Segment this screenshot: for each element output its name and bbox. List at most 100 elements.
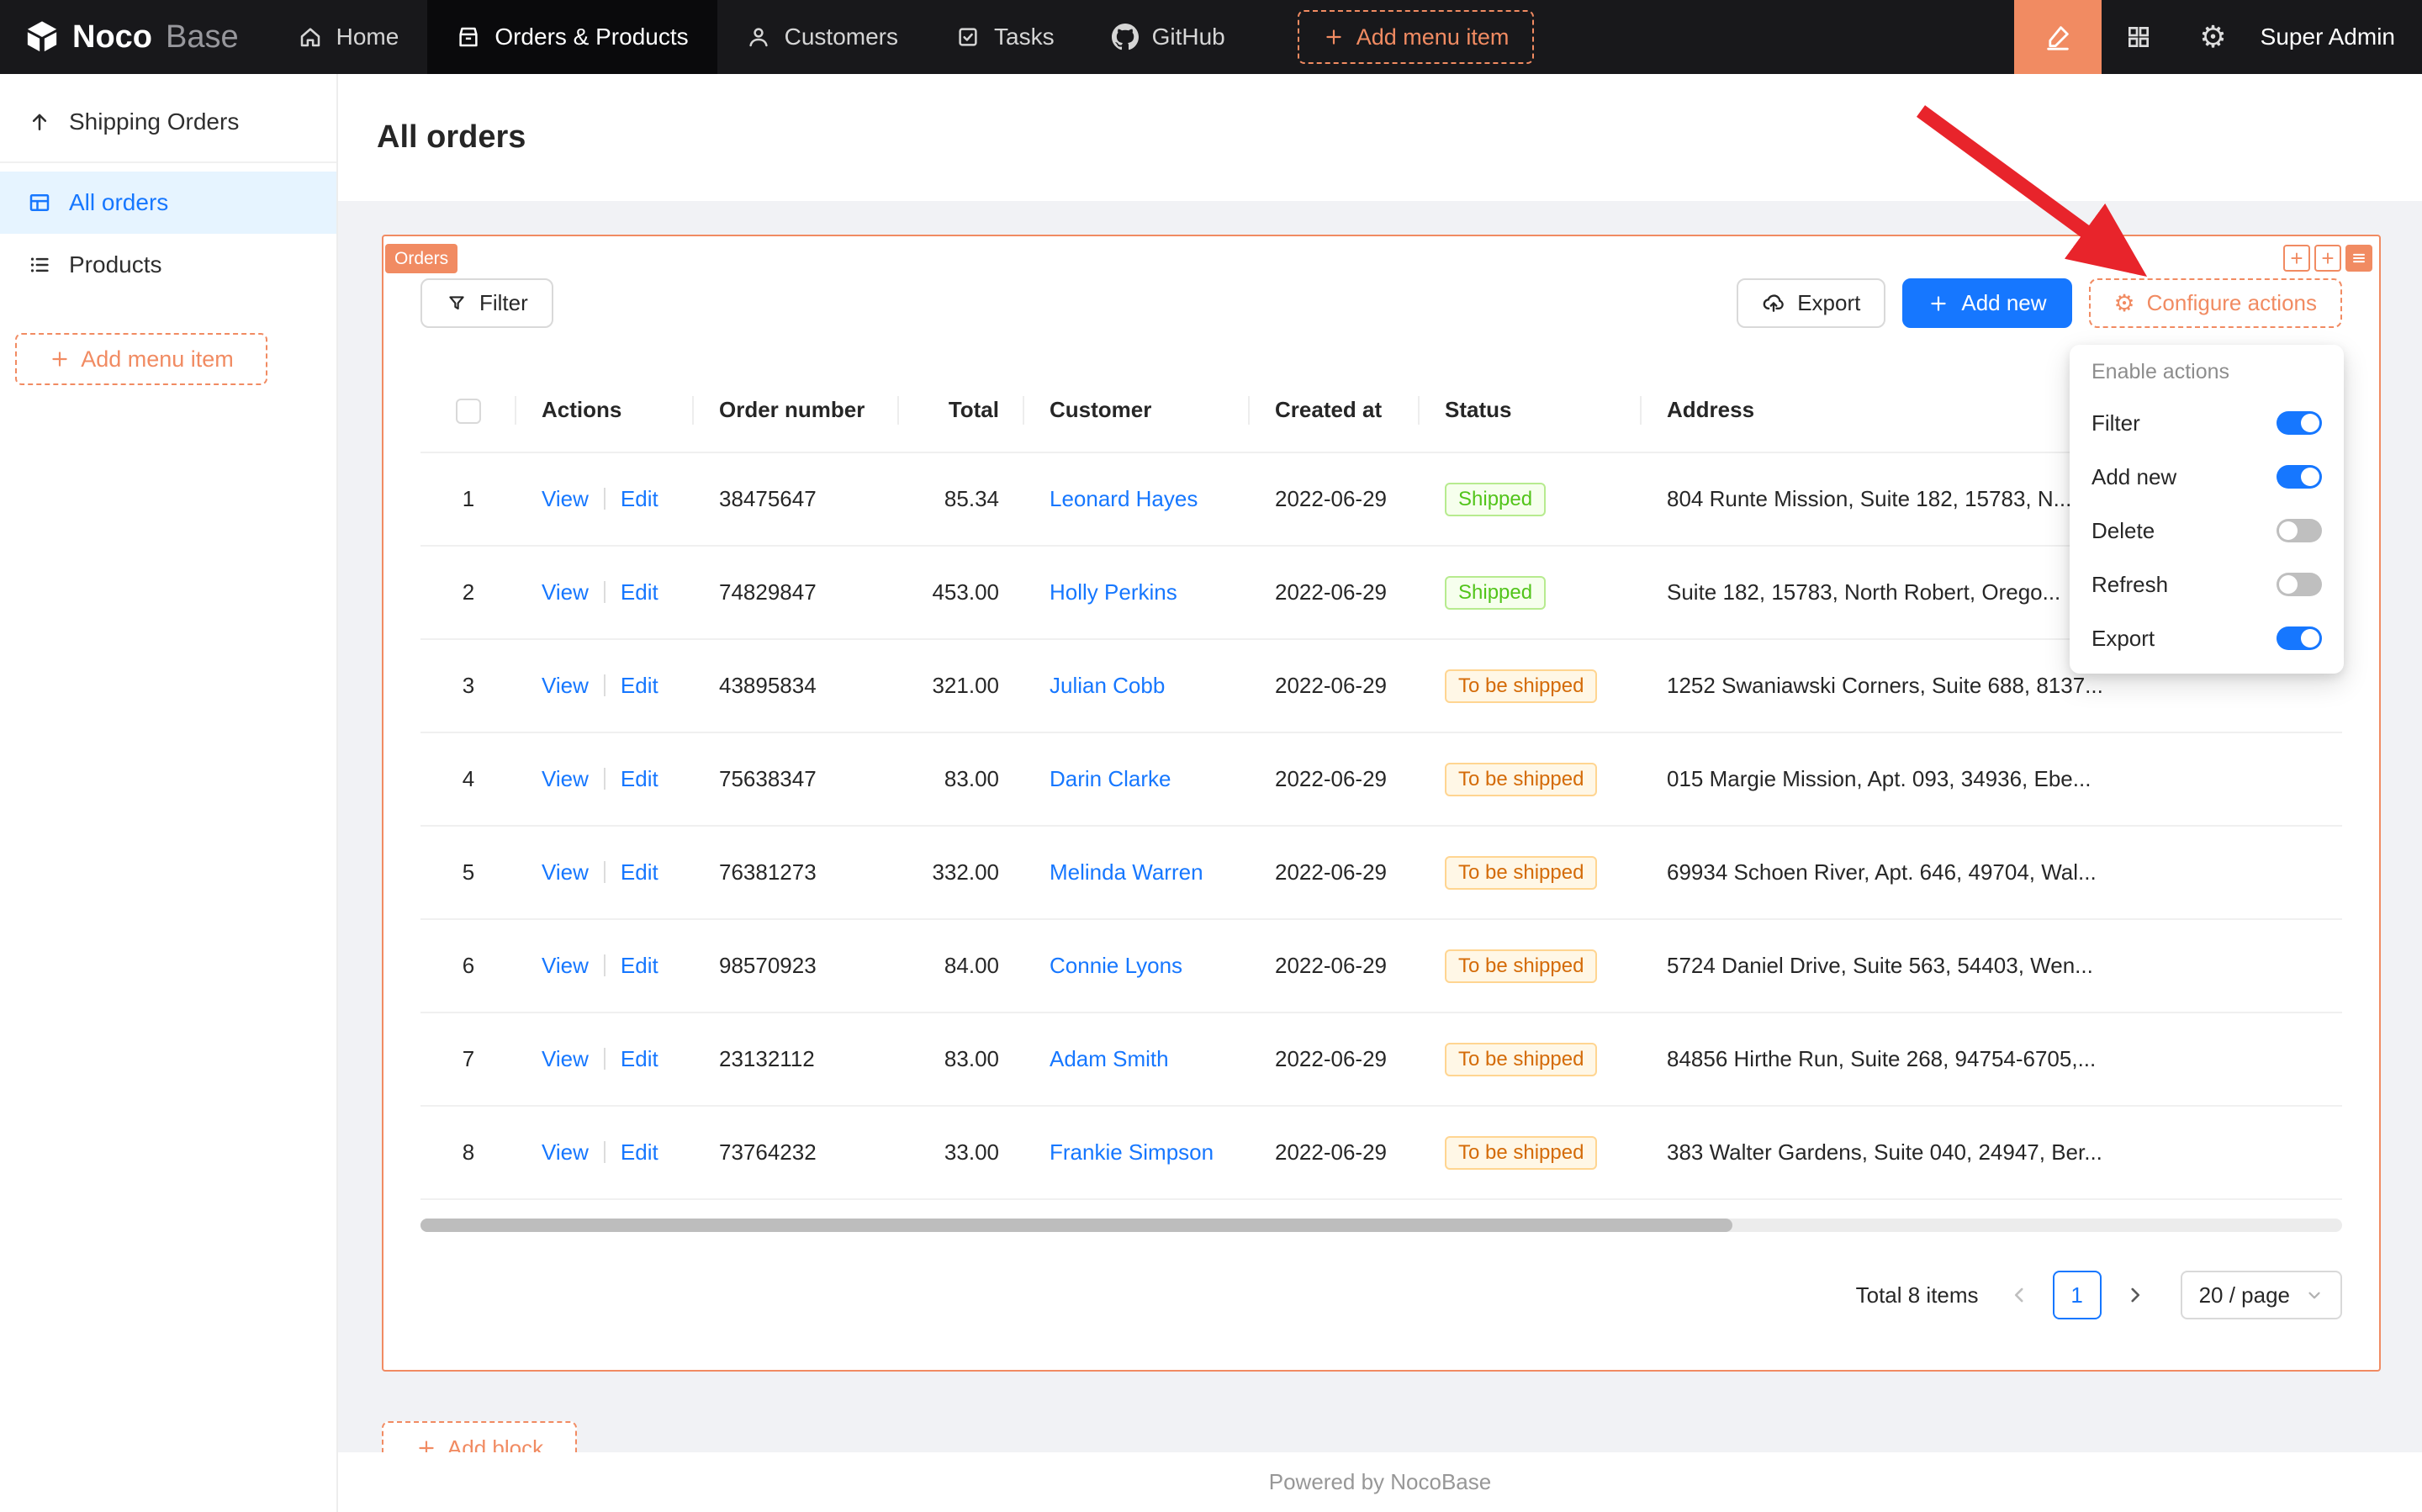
- nav-item-orders-products[interactable]: Orders & Products: [427, 0, 717, 74]
- add-block-icon-button[interactable]: +: [2314, 245, 2341, 272]
- configure-actions-label: Configure actions: [2147, 290, 2317, 316]
- edit-link[interactable]: Edit: [621, 673, 658, 698]
- view-link[interactable]: View: [542, 673, 589, 698]
- nocobase-app: NocoBase .brand > span:nth-of-type(1){fo…: [0, 0, 2422, 1512]
- status-badge: Shipped: [1445, 576, 1546, 610]
- actions-cell: View Edit: [516, 919, 694, 1012]
- edit-link[interactable]: Edit: [621, 1139, 658, 1165]
- sidebar-add-menu-item-button[interactable]: Add menu item: [15, 333, 267, 385]
- page-size-select[interactable]: 20 / page: [2181, 1271, 2342, 1319]
- horizontal-scrollbar[interactable]: [420, 1219, 2342, 1232]
- orders-table-block: Orders + + Filter: [382, 235, 2381, 1372]
- refresh-toggle[interactable]: [2277, 573, 2322, 596]
- view-link[interactable]: View: [542, 859, 589, 885]
- add-column-icon-button[interactable]: +: [2283, 245, 2310, 272]
- nav-add-menu-item-button[interactable]: Add menu item: [1298, 10, 1535, 64]
- settings-button[interactable]: ⚙: [2176, 0, 2250, 74]
- dropdown-item-label: Add new: [2091, 464, 2176, 490]
- view-link[interactable]: View: [542, 766, 589, 791]
- view-link[interactable]: View: [542, 579, 589, 605]
- dropdown-item-delete[interactable]: Delete: [2076, 504, 2337, 558]
- created-at-cell: 2022-06-29: [1250, 919, 1420, 1012]
- page-content: Orders + + Filter: [338, 201, 2422, 1452]
- prev-page-button[interactable]: [2001, 1271, 2038, 1319]
- customer-cell: Adam Smith: [1024, 1012, 1250, 1106]
- actions-cell: View Edit: [516, 639, 694, 732]
- nav-add-menu-item-label: Add menu item: [1356, 24, 1510, 50]
- edit-link[interactable]: Edit: [621, 953, 658, 978]
- chevron-down-icon: [2305, 1286, 2324, 1304]
- customer-link[interactable]: Connie Lyons: [1050, 953, 1182, 978]
- configure-actions-button[interactable]: ⚙ Configure actions: [2089, 278, 2342, 328]
- delete-toggle[interactable]: [2277, 519, 2322, 542]
- filter-button[interactable]: Filter: [420, 278, 553, 328]
- customer-link[interactable]: Holly Perkins: [1050, 579, 1177, 605]
- customer-link[interactable]: Adam Smith: [1050, 1046, 1169, 1071]
- row-index: 2: [420, 546, 516, 639]
- edit-link[interactable]: Edit: [621, 579, 658, 605]
- status-badge: To be shipped: [1445, 1043, 1597, 1076]
- filler-cell: [2151, 919, 2342, 1012]
- ui-editor-button[interactable]: [2014, 0, 2102, 74]
- add-new-toggle[interactable]: [2277, 465, 2322, 489]
- dropdown-item-add-new[interactable]: Add new: [2076, 450, 2337, 504]
- total-cell: 85.34: [899, 452, 1024, 546]
- customer-link[interactable]: Frankie Simpson: [1050, 1139, 1214, 1165]
- nav-item-github[interactable]: GitHub: [1083, 0, 1254, 74]
- customer-cell: Connie Lyons: [1024, 919, 1250, 1012]
- check-square-icon: [955, 24, 981, 50]
- nav-item-customers[interactable]: Customers: [717, 0, 927, 74]
- dropdown-item-filter[interactable]: Filter: [2076, 396, 2337, 450]
- scrollbar-thumb[interactable]: [420, 1219, 1732, 1232]
- edit-link[interactable]: Edit: [621, 859, 658, 885]
- export-button[interactable]: Export: [1737, 278, 1885, 328]
- sidebar-item-products[interactable]: Products: [0, 234, 336, 296]
- sidebar-item-all-orders[interactable]: All orders: [0, 172, 336, 234]
- select-all-checkbox[interactable]: [456, 399, 481, 424]
- next-page-button[interactable]: [2117, 1271, 2154, 1319]
- sidebar-item-shipping-orders[interactable]: Shipping Orders: [0, 91, 336, 153]
- created-at-cell: 2022-06-29: [1250, 452, 1420, 546]
- edit-link[interactable]: Edit: [621, 766, 658, 791]
- shop-icon: [456, 24, 481, 50]
- gear-icon: ⚙: [2199, 20, 2226, 55]
- filter-toggle[interactable]: [2277, 411, 2322, 435]
- plugin-manager-button[interactable]: [2102, 0, 2176, 74]
- dropdown-item-export[interactable]: Export: [2076, 611, 2337, 665]
- edit-link[interactable]: Edit: [621, 486, 658, 511]
- plus-icon: [1928, 293, 1949, 315]
- view-link[interactable]: View: [542, 486, 589, 511]
- customer-link[interactable]: Darin Clarke: [1050, 766, 1171, 791]
- user-menu[interactable]: Super Admin: [2250, 24, 2422, 50]
- view-link[interactable]: View: [542, 953, 589, 978]
- sidebar-divider: [0, 161, 336, 163]
- total-cell: 84.00: [899, 919, 1024, 1012]
- brand-text-bold: Noco: [72, 19, 152, 56]
- view-link[interactable]: View: [542, 1139, 589, 1165]
- page-footer: Powered by NocoBase: [338, 1452, 2422, 1512]
- status-cell: To be shipped: [1420, 732, 1642, 826]
- nav-item-label: Tasks: [994, 24, 1055, 50]
- export-toggle[interactable]: [2277, 626, 2322, 650]
- view-link[interactable]: View: [542, 1046, 589, 1071]
- main-panel: All orders Orders + +: [338, 74, 2422, 1512]
- add-block-button[interactable]: Add block: [382, 1421, 577, 1452]
- customer-link[interactable]: Julian Cobb: [1050, 673, 1165, 698]
- dropdown-item-refresh[interactable]: Refresh: [2076, 558, 2337, 611]
- nav-item-tasks[interactable]: Tasks: [927, 0, 1083, 74]
- arrow-up-icon: [27, 109, 52, 135]
- sidebar-item-label: Products: [69, 251, 162, 278]
- nocobase-logo[interactable]: NocoBase .brand > span:nth-of-type(1){fo…: [0, 0, 269, 74]
- action-divider: [604, 581, 606, 603]
- nav-item-home[interactable]: Home: [269, 0, 428, 74]
- status-cell: To be shipped: [1420, 1106, 1642, 1199]
- add-new-button[interactable]: Add new: [1902, 278, 2071, 328]
- block-menu-icon-button[interactable]: [2345, 245, 2372, 272]
- customer-link[interactable]: Leonard Hayes: [1050, 486, 1198, 511]
- block-designer-toolbar: + +: [2283, 245, 2372, 272]
- edit-link[interactable]: Edit: [621, 1046, 658, 1071]
- table-row: 5 ViewEdit 76381273 332.00 Melinda Warre…: [420, 826, 2342, 919]
- customer-link[interactable]: Melinda Warren: [1050, 859, 1203, 885]
- page-1-button[interactable]: 1: [2053, 1271, 2102, 1319]
- filter-button-label: Filter: [479, 290, 528, 316]
